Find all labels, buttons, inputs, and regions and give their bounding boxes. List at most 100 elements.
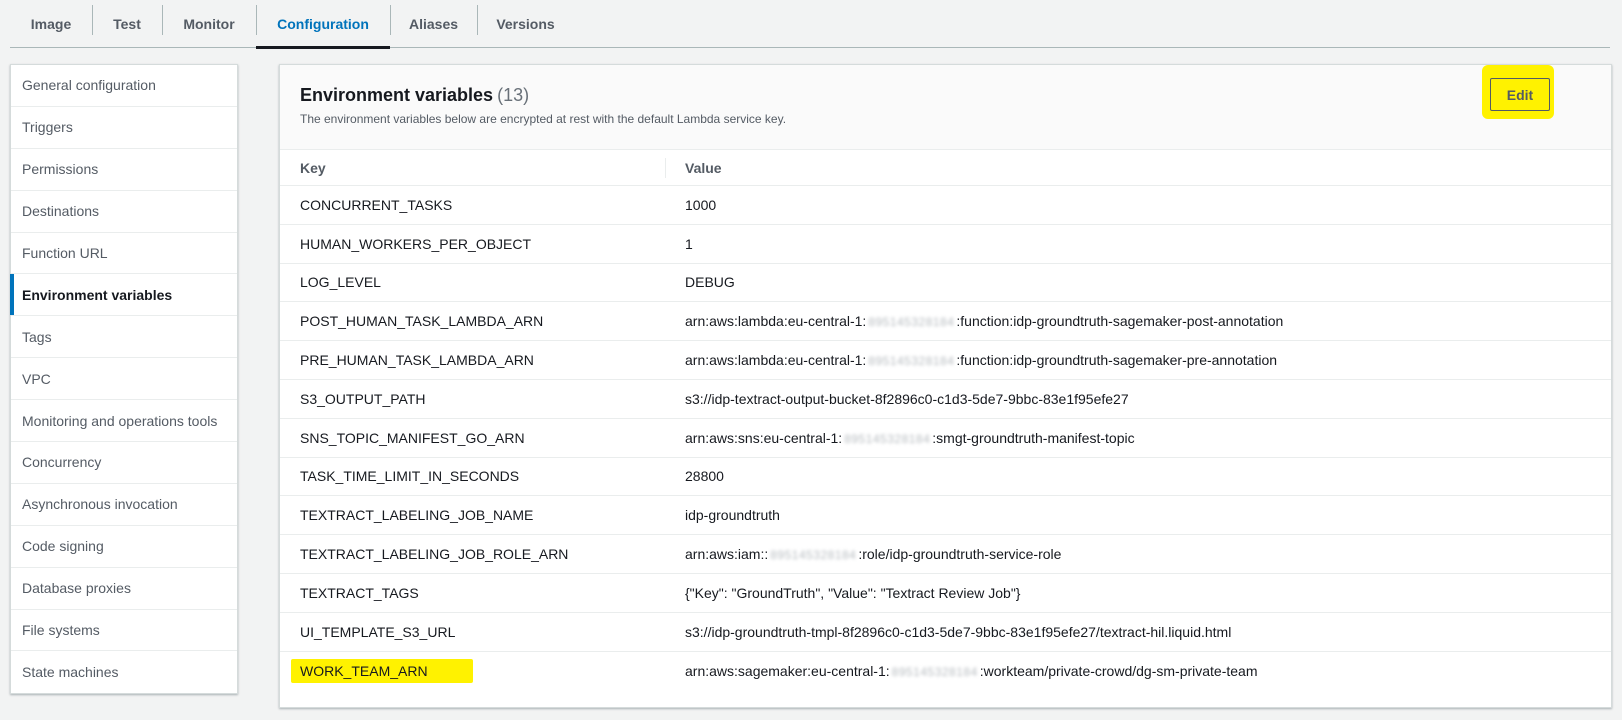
column-header-value[interactable]: Value	[666, 160, 722, 176]
sidebar-item-monitoring[interactable]: Monitoring and operations tools	[11, 400, 237, 443]
variable-count: (13)	[497, 85, 530, 105]
edit-button[interactable]: Edit	[1490, 78, 1550, 111]
env-value-suffix: :smgt-groundtruth-manifest-topic	[932, 429, 1135, 446]
env-value-text: arn:aws:sagemaker:eu-central-1:	[685, 662, 890, 679]
redacted-account-id: 895145328184	[844, 431, 931, 446]
sidebar-item-code-signing[interactable]: Code signing	[11, 526, 237, 568]
env-key-text: TEXTRACT_TAGS	[300, 584, 419, 601]
env-value-cell: idp-groundtruth	[666, 507, 780, 523]
redacted-account-id: 895145328184	[770, 548, 857, 563]
env-value-text: 28800	[685, 468, 724, 485]
tab-test[interactable]: Test	[92, 0, 162, 48]
redacted-account-id: 895145328184	[891, 664, 978, 679]
env-value-cell: arn:aws:sns:eu-central-1: 895145328184:sm…	[666, 430, 1135, 446]
env-value-cell: DEBUG	[666, 274, 735, 290]
table-row: UI_TEMPLATE_S3_URL s3://idp-groundtruth-t…	[280, 613, 1611, 652]
table-row: TEXTRACT_LABELING_JOB_ROLE_ARN arn:aws:ia…	[280, 535, 1611, 574]
env-key-cell: CONCURRENT_TASKS	[280, 197, 666, 213]
env-value-text: DEBUG	[685, 274, 735, 291]
env-value-text: arn:aws:sns:eu-central-1:	[685, 429, 843, 446]
tab-image[interactable]: Image	[10, 0, 92, 48]
table-body: CONCURRENT_TASKS 1000 HUMAN_WORKERS_PER_OB…	[280, 186, 1611, 690]
env-value-cell: arn:aws:sagemaker:eu-central-1: 895145328…	[666, 663, 1258, 679]
env-value-text: arn:aws:lambda:eu-central-1:	[685, 313, 867, 330]
env-value-text: {"Key": "GroundTruth", "Value": "Textrac…	[685, 584, 1021, 601]
env-value-suffix: :workteam/private-crowd/dg-sm-private-te…	[979, 662, 1258, 679]
env-key-cell: PRE_HUMAN_TASK_LAMBDA_ARN	[280, 352, 666, 368]
env-key-text: PRE_HUMAN_TASK_LAMBDA_ARN	[300, 352, 534, 369]
tab-monitor[interactable]: Monitor	[162, 0, 256, 48]
env-key-cell: HUMAN_WORKERS_PER_OBJECT	[280, 236, 666, 252]
sidebar-item-state-machines[interactable]: State machines	[11, 651, 237, 693]
table-row: TEXTRACT_TAGS {"Key": "GroundTruth", "Val…	[280, 574, 1611, 613]
table-row: S3_OUTPUT_PATH s3://idp-textract-output-b…	[280, 380, 1611, 419]
env-key-cell: LOG_LEVEL	[280, 274, 666, 290]
table-row: TEXTRACT_LABELING_JOB_NAME idp-groundtrut…	[280, 496, 1611, 536]
sidebar-item-permissions[interactable]: Permissions	[11, 149, 237, 191]
env-value-cell: 1000	[666, 197, 716, 213]
tab-aliases[interactable]: Aliases	[390, 0, 477, 48]
env-key-cell: S3_OUTPUT_PATH	[280, 391, 666, 407]
column-header-key[interactable]: Key	[280, 150, 666, 185]
env-variables-table: Key Value CONCURRENT_TASKS 1000 HUMAN_WORK…	[280, 150, 1611, 690]
environment-variables-panel: Environment variables (13) The environmen…	[279, 64, 1612, 708]
table-row: LOG_LEVEL DEBUG	[280, 264, 1611, 303]
env-value-suffix: :function:idp-groundtruth-sagemaker-pre-…	[956, 352, 1278, 369]
env-key-text: S3_OUTPUT_PATH	[300, 390, 426, 407]
env-key-text: SNS_TOPIC_MANIFEST_GO_ARN	[300, 429, 525, 446]
panel-header: Environment variables (13) The environmen…	[280, 65, 1611, 150]
sidebar-item-function-url[interactable]: Function URL	[11, 233, 237, 275]
sidebar-item-environment-variables[interactable]: Environment variables	[10, 274, 237, 317]
env-key-text: TEXTRACT_LABELING_JOB_NAME	[300, 507, 534, 524]
table-header: Key Value	[280, 150, 1611, 186]
env-value-cell: 1	[666, 236, 693, 252]
env-key-cell: TEXTRACT_LABELING_JOB_ROLE_ARN	[280, 546, 666, 562]
env-key-text: TEXTRACT_LABELING_JOB_ROLE_ARN	[300, 546, 569, 563]
env-key-cell: UI_TEMPLATE_S3_URL	[280, 624, 666, 640]
env-value-cell: s3://idp-textract-output-bucket-8f2896c0…	[666, 391, 1129, 407]
tab-versions[interactable]: Versions	[477, 0, 574, 48]
env-key-text: LOG_LEVEL	[300, 274, 381, 291]
table-row: POST_HUMAN_TASK_LAMBDA_ARN arn:aws:lambda…	[280, 302, 1611, 342]
env-key-cell: SNS_TOPIC_MANIFEST_GO_ARN	[280, 430, 666, 446]
tab-configuration[interactable]: Configuration	[256, 0, 390, 49]
sidebar-item-tags[interactable]: Tags	[11, 316, 237, 359]
env-key-text: UI_TEMPLATE_S3_URL	[300, 623, 456, 640]
sidebar-item-concurrency[interactable]: Concurrency	[11, 442, 237, 484]
env-key-text: CONCURRENT_TASKS	[300, 196, 453, 213]
env-value-cell: arn:aws:iam:: 895145328184:role/idp-groun…	[666, 546, 1061, 562]
tab-bar: Image Test Monitor Configuration Aliases…	[10, 0, 1610, 49]
page-title: Environment variables (13)	[300, 85, 529, 106]
env-key-cell: WORK_TEAM_ARN	[280, 658, 666, 683]
table-row: HUMAN_WORKERS_PER_OBJECT 1	[280, 225, 1611, 264]
env-value-suffix: :function:idp-groundtruth-sagemaker-post…	[956, 313, 1284, 330]
env-value-cell: arn:aws:lambda:eu-central-1: 895145328184…	[666, 352, 1277, 368]
env-key-text: POST_HUMAN_TASK_LAMBDA_ARN	[300, 313, 544, 330]
sidebar-item-general-configuration[interactable]: General configuration	[11, 65, 237, 107]
env-value-cell: {"Key": "GroundTruth", "Value": "Textrac…	[666, 585, 1020, 601]
env-value-text: 1000	[685, 196, 717, 213]
table-row: WORK_TEAM_ARN arn:aws:sagemaker:eu-centra…	[280, 652, 1611, 691]
table-row: SNS_TOPIC_MANIFEST_GO_ARN arn:aws:sns:eu-…	[280, 419, 1611, 458]
redacted-account-id: 895145328184	[868, 315, 955, 330]
env-key-cell: TEXTRACT_LABELING_JOB_NAME	[280, 507, 666, 523]
env-key-text: WORK_TEAM_ARN	[291, 658, 473, 683]
table-row: CONCURRENT_TASKS 1000	[280, 186, 1611, 225]
sidebar-item-async-invocation[interactable]: Asynchronous invocation	[11, 484, 237, 526]
env-value-text: idp-groundtruth	[685, 507, 780, 524]
configuration-sidebar: General configuration Triggers Permissio…	[10, 64, 238, 694]
sidebar-item-database-proxies[interactable]: Database proxies	[11, 568, 237, 610]
env-key-cell: TASK_TIME_LIMIT_IN_SECONDS	[280, 468, 666, 484]
sidebar-item-triggers[interactable]: Triggers	[11, 107, 237, 149]
env-value-suffix: :role/idp-groundtruth-service-role	[858, 546, 1062, 563]
env-value-text: s3://idp-groundtruth-tmpl-8f2896c0-c1d3-…	[685, 623, 1232, 640]
sidebar-item-file-systems[interactable]: File systems	[11, 610, 237, 652]
env-value-cell: 28800	[666, 468, 724, 484]
env-value-text: arn:aws:iam::	[685, 546, 769, 563]
env-key-cell: TEXTRACT_TAGS	[280, 585, 666, 601]
table-row: PRE_HUMAN_TASK_LAMBDA_ARN arn:aws:lambda:…	[280, 341, 1611, 380]
env-key-text: HUMAN_WORKERS_PER_OBJECT	[300, 235, 532, 252]
env-value-cell: s3://idp-groundtruth-tmpl-8f2896c0-c1d3-…	[666, 624, 1231, 640]
sidebar-item-vpc[interactable]: VPC	[11, 358, 237, 401]
sidebar-item-destinations[interactable]: Destinations	[11, 191, 237, 233]
